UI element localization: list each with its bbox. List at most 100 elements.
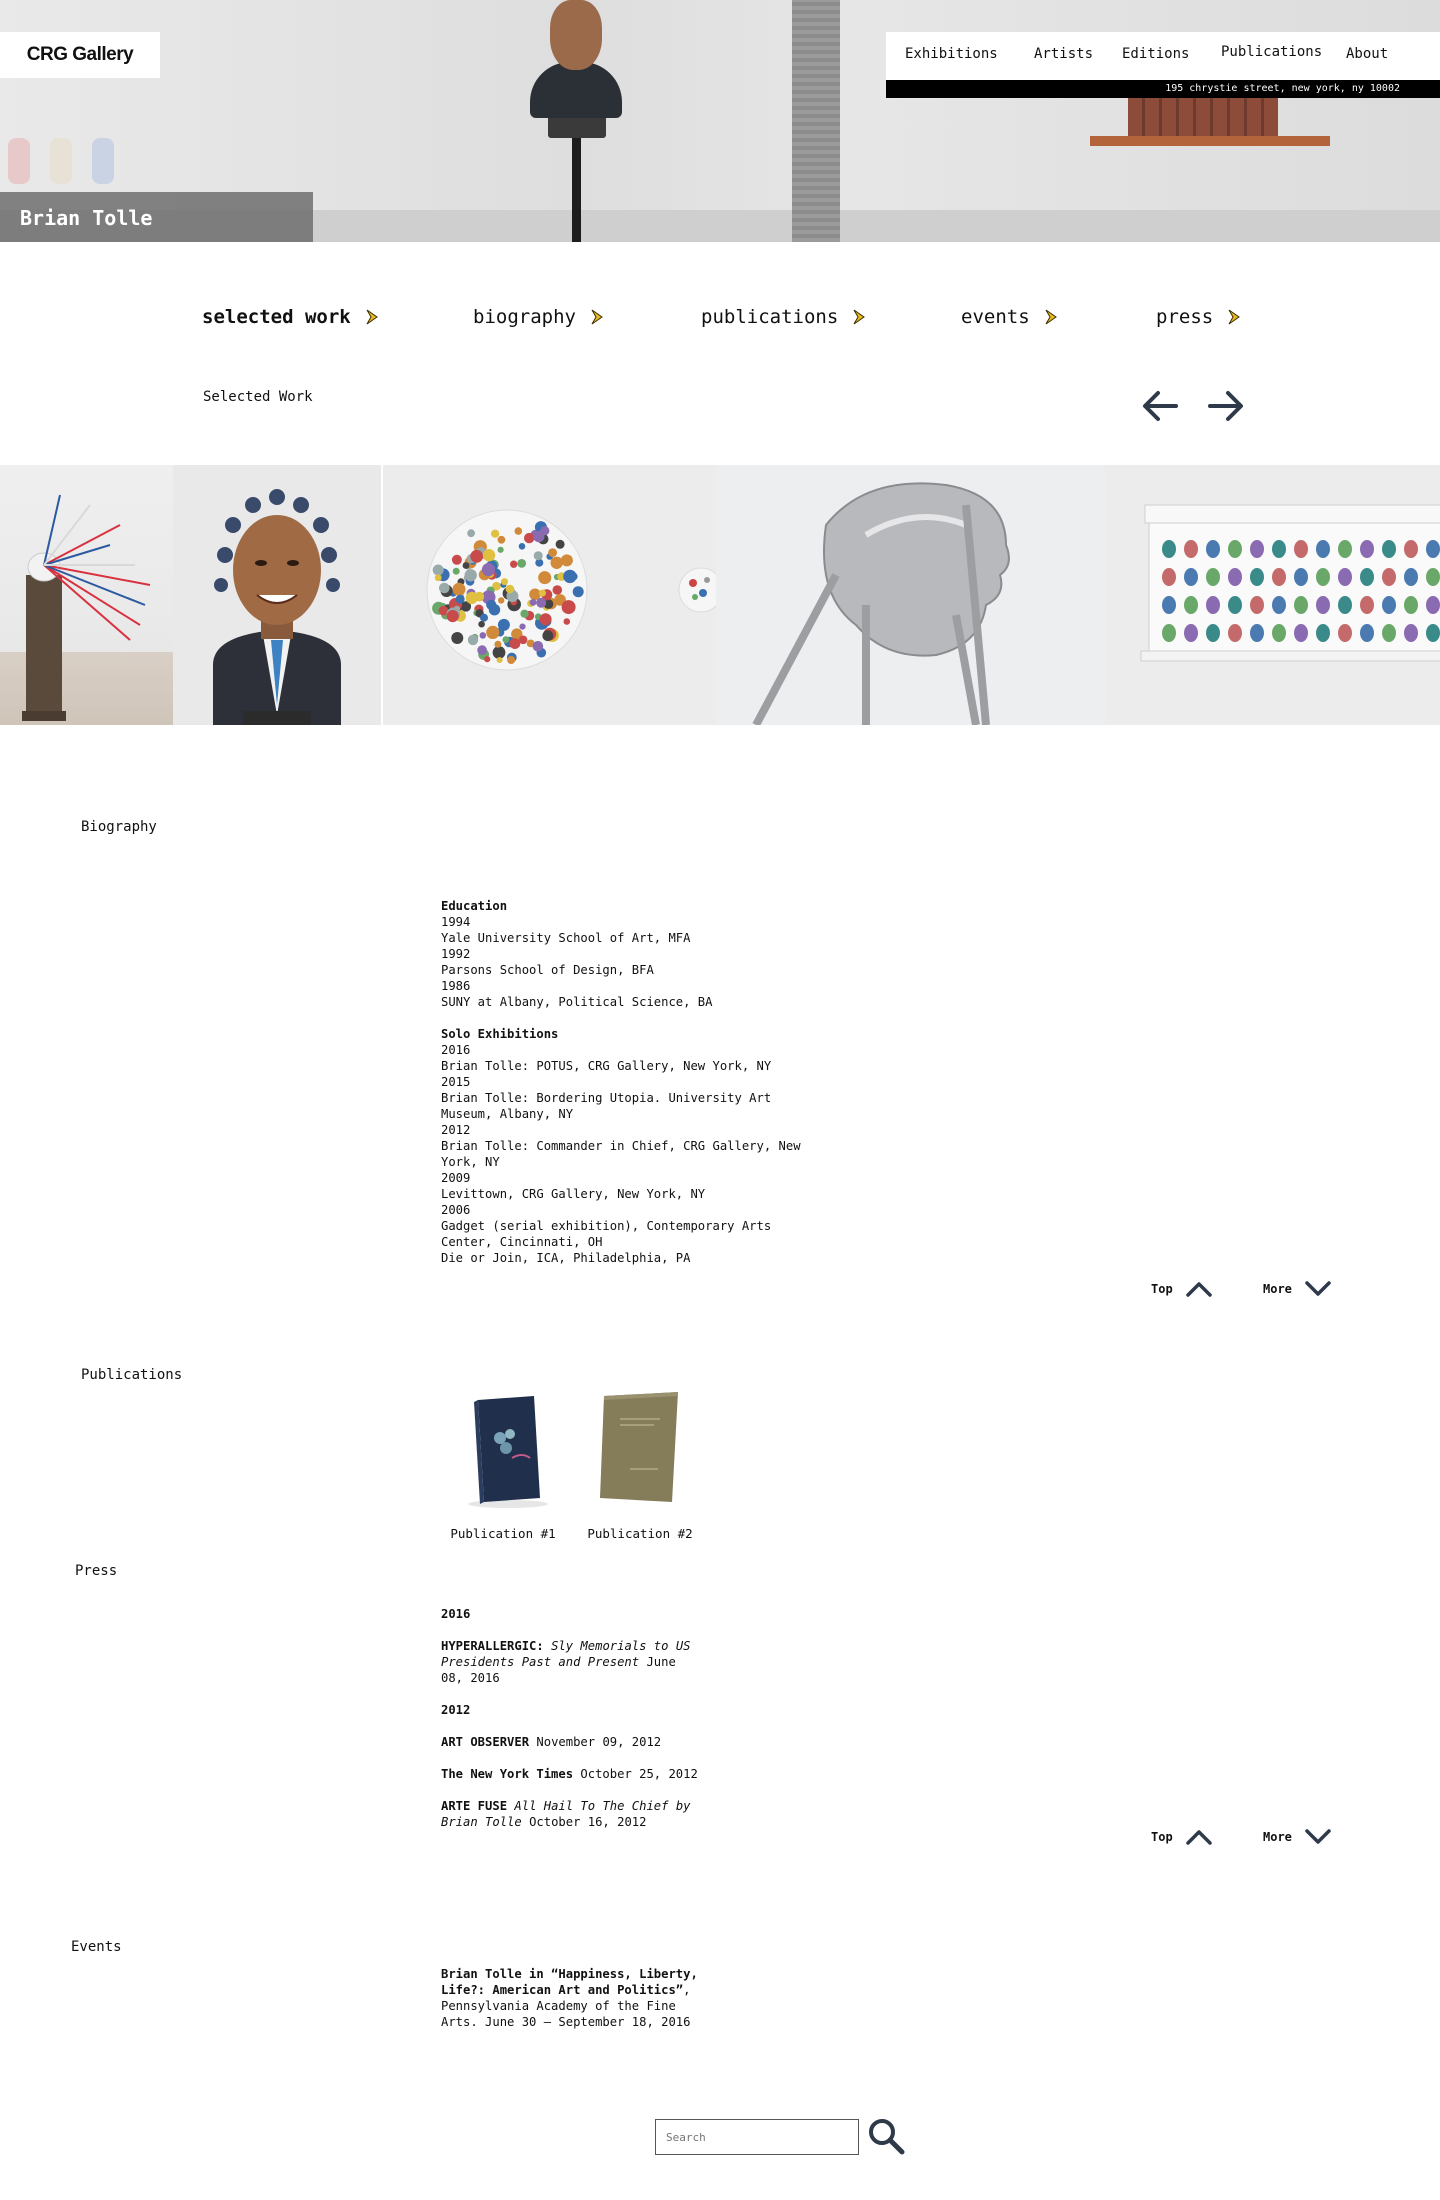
arrow-left-icon[interactable] (1140, 388, 1180, 424)
top-button[interactable]: Top (1151, 1280, 1213, 1298)
press-item[interactable]: ARTE FUSE All Hail To The Chief by Brian… (441, 1798, 701, 1830)
publication-item[interactable]: Publication #1 (448, 1388, 558, 1541)
tab-biography[interactable]: biography (473, 306, 604, 328)
button-dot (477, 645, 487, 655)
hero-bust-body (530, 62, 622, 118)
bottle (1360, 624, 1374, 642)
chevron-right-icon (1228, 309, 1241, 325)
bottle (1316, 596, 1330, 614)
nav-about[interactable]: About (1346, 46, 1388, 62)
bottle (1360, 540, 1374, 558)
press-title: Press (75, 1563, 118, 1579)
button-dot (498, 597, 505, 604)
event-item[interactable]: Brian Tolle in “Happiness, Liberty, Life… (441, 1966, 701, 2030)
top-label: Top (1151, 1830, 1173, 1844)
button-dot (572, 586, 584, 598)
button-dot (488, 604, 501, 616)
arrow-right-icon[interactable] (1206, 388, 1246, 424)
nav-publications[interactable]: Publications (1221, 44, 1322, 60)
press-source: ART OBSERVER (441, 1735, 530, 1749)
bottle (1162, 540, 1176, 558)
press-item[interactable]: The New York Times October 25, 2012 (441, 1766, 701, 1782)
book-cover (600, 1392, 678, 1502)
button-dot (533, 551, 543, 561)
nav-editions[interactable]: Editions (1122, 46, 1189, 62)
artwork-image (1140, 504, 1440, 662)
education-heading: Education (441, 899, 508, 913)
bottle (1360, 596, 1374, 614)
gallery-item[interactable] (716, 465, 1105, 725)
biography-title: Biography (81, 819, 157, 835)
press-content: 2016 HYPERALLERGIC: Sly Memorials to US … (441, 1606, 701, 1830)
button-dot (496, 657, 503, 663)
bottle (1294, 540, 1308, 558)
tab-label: press (1156, 306, 1214, 328)
bio-line: Yale University School of Art, MFA (441, 931, 691, 945)
tab-events[interactable]: events (961, 306, 1058, 328)
selected-work-gallery (0, 465, 1440, 725)
gallery-item[interactable] (173, 465, 381, 725)
gallery-item[interactable] (1105, 465, 1440, 725)
bottle (1316, 540, 1330, 558)
button-dot (497, 535, 506, 544)
gallery-item[interactable] (0, 465, 173, 725)
more-button[interactable]: More (1263, 1280, 1332, 1298)
bottle (1382, 596, 1396, 614)
bottle (1338, 596, 1352, 614)
gallery-item[interactable] (383, 465, 716, 725)
press-item[interactable]: HYPERALLERGIC: Sly Memorials to US Presi… (441, 1638, 701, 1686)
nav-exhibitions[interactable]: Exhibitions (905, 46, 998, 62)
button-dot (480, 613, 488, 622)
bio-line: 2016 (441, 1043, 471, 1057)
nav-artists[interactable]: Artists (1034, 46, 1093, 62)
tab-publications[interactable]: publications (701, 306, 866, 328)
logo[interactable]: CRG Gallery (0, 32, 160, 78)
press-year: 2012 (441, 1703, 471, 1717)
bottle (1316, 568, 1330, 586)
button-dot (550, 556, 563, 569)
search-input[interactable] (655, 2119, 859, 2155)
button-dot (552, 585, 563, 595)
bottle (1184, 540, 1198, 558)
press-item[interactable]: ART OBSERVER November 09, 2012 (441, 1734, 701, 1750)
press-date: October 16, 2012 (529, 1815, 647, 1829)
artwork-image (213, 489, 341, 725)
tab-label: selected work (202, 306, 351, 328)
publication-item[interactable]: Publication #2 (585, 1388, 695, 1541)
bottle (1294, 568, 1308, 586)
bottle (1294, 596, 1308, 614)
bottle (1250, 596, 1264, 614)
search-icon[interactable] (866, 2116, 906, 2156)
top-button[interactable]: Top (1151, 1828, 1213, 1846)
bottle (1382, 624, 1396, 642)
hero-pedestal (572, 130, 581, 242)
bio-line: SUNY at Albany, Political Science, BA (441, 995, 713, 1009)
button-dot (452, 567, 460, 575)
button-dot (464, 569, 477, 582)
button-dot (555, 539, 565, 549)
button-dot (446, 610, 459, 623)
button-dot (517, 559, 527, 568)
address-bar: 195 chrystie street, new york, ny 10002 (886, 80, 1440, 98)
button-dot (494, 640, 502, 648)
bottle (1404, 624, 1418, 642)
button-dot (491, 529, 500, 538)
more-button[interactable]: More (1263, 1828, 1332, 1846)
button-dot (482, 549, 496, 562)
main-nav: Exhibitions Artists Editions Publication… (886, 32, 1440, 80)
top-label: Top (1151, 1282, 1173, 1296)
bottle (1184, 596, 1198, 614)
more-label: More (1263, 1282, 1292, 1296)
bottle (1426, 624, 1440, 642)
artist-name-band: Brian Tolle (0, 192, 313, 242)
bio-line: Brian Tolle: Commander in Chief, CRG Gal… (441, 1139, 801, 1169)
bio-line: Parsons School of Design, BFA (441, 963, 654, 977)
hero-shelf (1090, 136, 1330, 146)
tab-selected-work[interactable]: selected work (202, 306, 379, 328)
button-dot (536, 597, 547, 608)
button-dot (451, 632, 464, 644)
bio-line: Levittown, CRG Gallery, New York, NY (441, 1187, 706, 1201)
tab-press[interactable]: press (1156, 306, 1241, 328)
button-dot (560, 554, 573, 567)
bottle (1162, 624, 1176, 642)
